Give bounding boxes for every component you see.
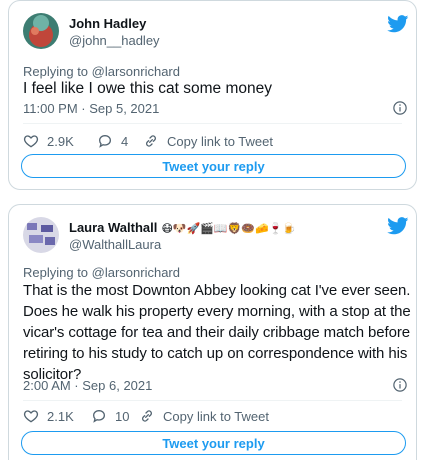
tweet-your-reply-button[interactable]: Tweet your reply: [21, 154, 406, 178]
replying-to: Replying to @larsonrichard: [23, 265, 180, 280]
like-count: 2.9K: [47, 133, 74, 149]
twitter-bird-icon[interactable]: [387, 15, 409, 33]
divider: [23, 123, 402, 124]
twitter-bird-icon[interactable]: [387, 217, 409, 235]
avatar[interactable]: [23, 13, 59, 49]
info-icon[interactable]: [393, 101, 407, 115]
like-button[interactable]: 2.9K: [23, 133, 74, 149]
copy-link-label: Copy link to Tweet: [163, 408, 269, 424]
divider: [23, 400, 402, 401]
author-handle[interactable]: @john__hadley: [69, 33, 160, 48]
avatar[interactable]: [23, 217, 59, 253]
author-handle[interactable]: @WalthallLaura: [69, 237, 161, 252]
tweet-timestamp[interactable]: 2:00 AM · Sep 6, 2021: [23, 378, 152, 393]
reply-button[interactable]: 10: [91, 408, 129, 424]
tweet-text: That is the most Downton Abbey looking c…: [23, 282, 411, 383]
author-name[interactable]: John Hadley: [69, 16, 146, 31]
reply-button[interactable]: 4: [97, 133, 128, 149]
reply-count: 10: [115, 408, 130, 424]
link-icon: [146, 135, 156, 147]
tweet-card: Laura Walthall 😷🐶🚀🎬📖🦁🍩🧀🍷🍺 @WalthallLaura …: [8, 204, 417, 460]
author-name[interactable]: Laura Walthall 😷🐶🚀🎬📖🦁🍩🧀🍷🍺: [69, 220, 296, 235]
heart-icon: [23, 410, 39, 423]
heart-icon: [23, 135, 39, 148]
tweet-your-reply-button[interactable]: Tweet your reply: [21, 431, 406, 455]
reply-bubble-icon: [92, 409, 106, 423]
replying-to: Replying to @larsonrichard: [23, 64, 180, 79]
author-name-text: Laura Walthall: [69, 220, 158, 235]
tweet-timestamp[interactable]: 11:00 PM · Sep 5, 2021: [23, 101, 159, 116]
copy-link-button[interactable]: Copy link to Tweet: [139, 408, 269, 424]
info-icon[interactable]: [393, 378, 407, 392]
copy-link-label: Copy link to Tweet: [167, 133, 273, 149]
link-icon: [142, 410, 152, 422]
tweet-card: John Hadley @john__hadley Replying to @l…: [8, 0, 417, 190]
like-count: 2.1K: [47, 408, 74, 424]
tweet-text: I feel like I owe this cat some money: [23, 80, 272, 97]
copy-link-button[interactable]: Copy link to Tweet: [143, 133, 273, 149]
name-emojis: 😷🐶🚀🎬📖🦁🍩🧀🍷🍺: [161, 222, 297, 235]
like-button[interactable]: 2.1K: [23, 408, 74, 424]
reply-bubble-icon: [98, 134, 112, 148]
reply-count: 4: [121, 133, 129, 149]
